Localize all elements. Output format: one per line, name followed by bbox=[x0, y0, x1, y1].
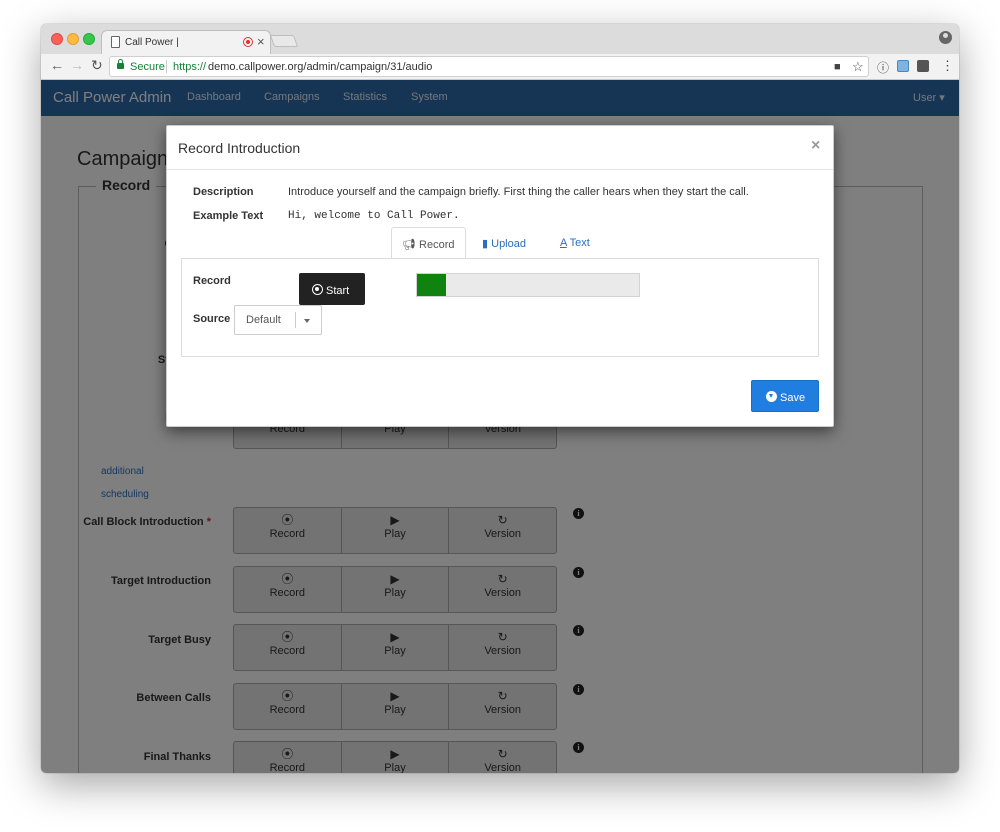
save-button[interactable]: Save bbox=[751, 380, 819, 412]
browser-window: Call Power | × ← → ↻ Secure https:// dem… bbox=[41, 24, 959, 773]
secure-label: Secure bbox=[130, 61, 165, 73]
example-label: Example Text bbox=[193, 210, 264, 222]
extension-icon[interactable] bbox=[897, 60, 909, 72]
url-path: demo.callpower.org/admin/campaign/31/aud… bbox=[208, 61, 433, 73]
tab-text[interactable]: A Text bbox=[560, 227, 590, 259]
record-label: Record bbox=[193, 275, 231, 287]
camera-icon[interactable]: ■ bbox=[834, 61, 841, 73]
address-bar[interactable]: Secure https:// demo.callpower.org/admin… bbox=[109, 56, 869, 77]
example-text: Hi, welcome to Call Power. bbox=[288, 210, 460, 222]
new-tab-button[interactable] bbox=[269, 35, 299, 47]
description-text: Introduce yourself and the campaign brie… bbox=[288, 186, 749, 198]
info-circle-icon[interactable]: ⓘ bbox=[877, 59, 889, 76]
close-window-button[interactable] bbox=[51, 33, 63, 45]
forward-arrow-icon[interactable]: → bbox=[70, 57, 84, 73]
tab-close-icon[interactable]: × bbox=[257, 34, 265, 49]
lock-icon bbox=[117, 59, 124, 69]
source-select[interactable]: Default bbox=[234, 305, 322, 335]
source-label: Source bbox=[193, 313, 231, 325]
close-icon[interactable]: × bbox=[811, 137, 820, 155]
record-introduction-modal: Record Introduction × Description Introd… bbox=[166, 125, 834, 427]
browser-tab[interactable]: Call Power | × bbox=[101, 30, 271, 54]
record-tab-panel: Record Start Source Default bbox=[181, 258, 819, 357]
zoom-window-button[interactable] bbox=[83, 33, 95, 45]
recording-level-fill bbox=[417, 274, 446, 296]
tab-record[interactable]: 📢︎ Record bbox=[391, 227, 466, 259]
minimize-window-button[interactable] bbox=[67, 33, 79, 45]
recording-level-meter bbox=[416, 273, 640, 297]
page-icon bbox=[111, 36, 120, 48]
url-divider bbox=[166, 60, 167, 73]
browser-toolbar: ← → ↻ Secure https:// demo.callpower.org… bbox=[41, 54, 959, 80]
extension-icon-2[interactable] bbox=[917, 60, 929, 72]
tab-upload[interactable]: ▮ Upload bbox=[482, 227, 526, 259]
modal-header: Record Introduction × bbox=[167, 126, 833, 170]
page-content: Call Power Admin Dashboard Campaigns Sta… bbox=[41, 80, 959, 773]
megaphone-icon: 📢︎ bbox=[402, 239, 416, 251]
record-circle-icon bbox=[312, 284, 323, 295]
tab-title: Call Power | bbox=[125, 37, 179, 48]
chevron-down-icon bbox=[304, 319, 310, 323]
select-divider bbox=[295, 312, 296, 328]
back-arrow-icon[interactable]: ← bbox=[50, 57, 64, 73]
recording-indicator-icon bbox=[243, 37, 253, 47]
start-recording-button[interactable]: Start bbox=[299, 273, 365, 305]
profile-icon[interactable] bbox=[939, 31, 952, 44]
file-icon: ▮ bbox=[482, 238, 489, 250]
text-icon: A bbox=[560, 237, 567, 249]
download-circle-icon bbox=[766, 391, 777, 402]
title-bar: Call Power | × bbox=[41, 24, 959, 54]
description-label: Description bbox=[193, 186, 254, 198]
bookmark-star-icon[interactable]: ☆ bbox=[852, 59, 864, 75]
url-scheme: https:// bbox=[173, 61, 207, 73]
menu-kebab-icon[interactable]: ⋮ bbox=[941, 58, 954, 74]
modal-title: Record Introduction bbox=[178, 140, 301, 156]
source-select-value: Default bbox=[246, 314, 281, 326]
reload-icon[interactable]: ↻ bbox=[91, 57, 103, 74]
